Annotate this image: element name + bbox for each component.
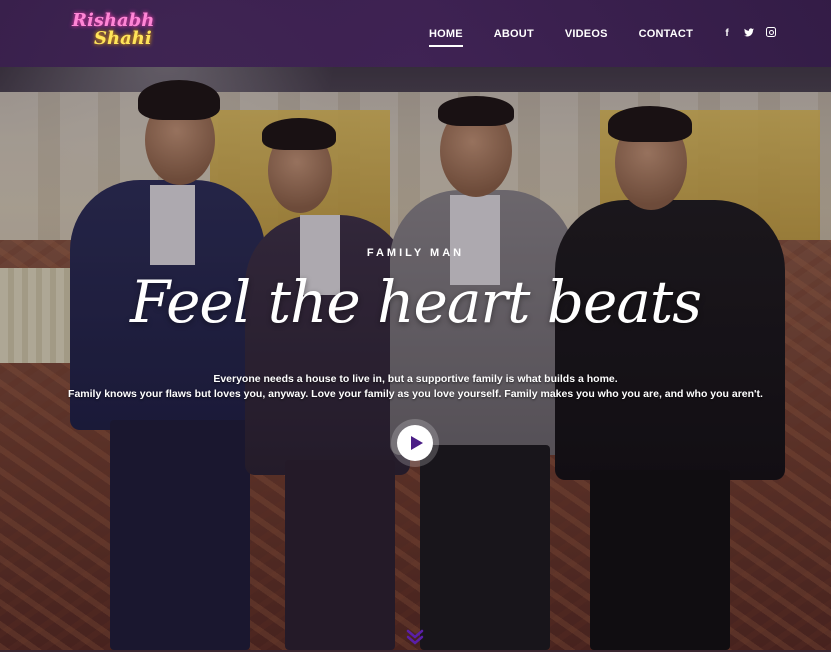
nav-videos[interactable]: VIDEOS (565, 28, 608, 40)
hero-description-line1: Everyone needs a house to live in, but a… (213, 373, 618, 385)
nav-about[interactable]: ABOUT (494, 28, 534, 40)
hero-description-line2: Family knows your flaws but loves you, a… (68, 388, 763, 400)
play-video-button[interactable] (397, 425, 433, 461)
main-nav: HOME ABOUT VIDEOS CONTACT f (428, 0, 776, 67)
hero-description: Everyone needs a house to live in, but a… (0, 372, 831, 402)
hero-eyebrow: FAMILY MAN (366, 247, 465, 259)
site-header: Rishabh Shahi HOME ABOUT VIDEOS CONTACT … (0, 0, 831, 67)
instagram-icon[interactable] (766, 27, 776, 40)
twitter-icon[interactable] (744, 27, 754, 40)
nav-home[interactable]: HOME (428, 28, 463, 47)
facebook-icon[interactable]: f (722, 28, 732, 39)
social-links: f (722, 27, 776, 40)
site-logo[interactable]: Rishabh Shahi (70, 10, 154, 52)
logo-text-line2: Shahi (94, 28, 152, 49)
nav-contact[interactable]: CONTACT (639, 28, 693, 40)
hero-headline: Feel the heart beats (130, 268, 702, 336)
scroll-down-chevron-icon[interactable] (405, 627, 425, 647)
